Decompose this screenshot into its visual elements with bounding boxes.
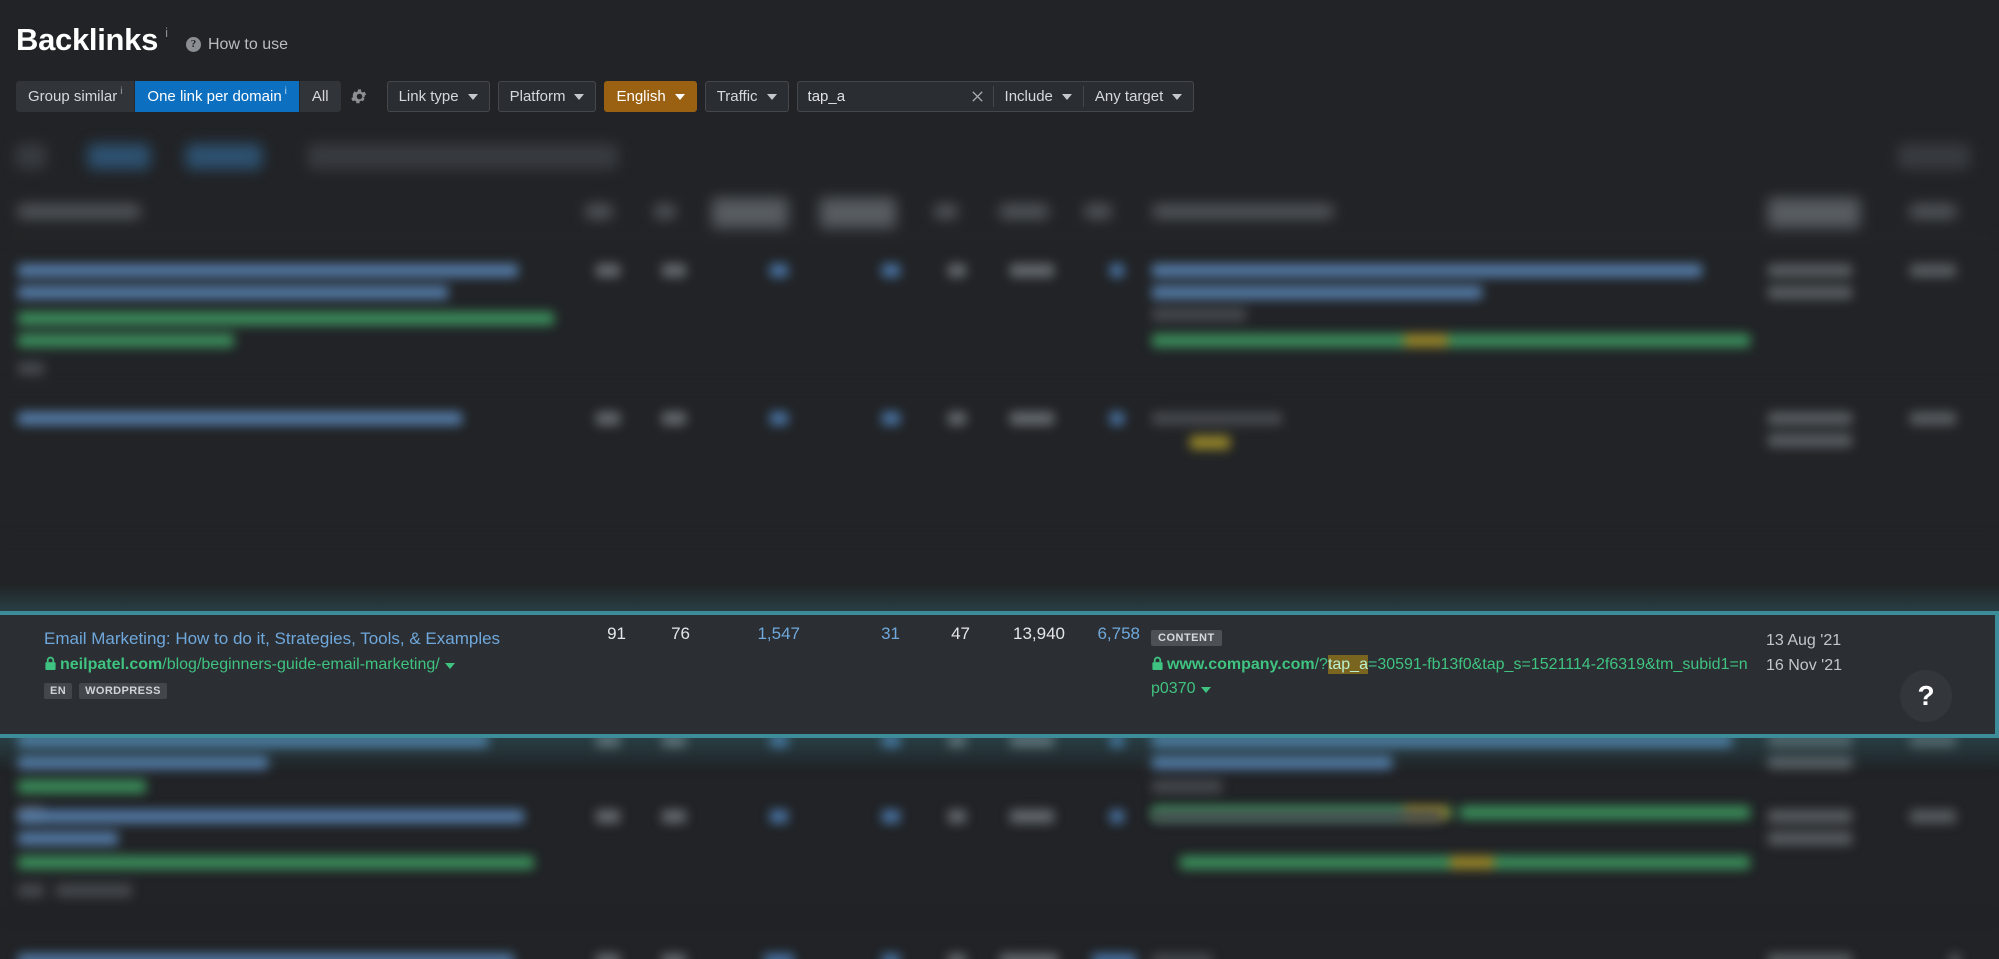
gear-icon [351, 89, 367, 104]
segment-all[interactable]: All [299, 81, 341, 112]
segment-all-label: All [311, 88, 329, 105]
close-x-icon [972, 91, 983, 102]
metric-external-links: 47 [951, 624, 970, 643]
highlighted-backlink-row[interactable]: Email Marketing: How to do it, Strategie… [0, 611, 1999, 738]
tag-platform: WORDPRESS [79, 683, 167, 699]
metric-url-rating: 76 [671, 624, 690, 643]
clear-search-button[interactable] [963, 82, 993, 111]
date-first-seen: 13 Aug '21 [1766, 632, 1842, 649]
segment-one-link-per-domain-sup: i [284, 86, 287, 97]
metric-domain-rating: 91 [607, 624, 626, 643]
filter-language-label: English [616, 88, 666, 105]
grouping-segmented-control: Group similar i One link per domain i Al… [16, 81, 341, 112]
question-circle-icon: ? [185, 37, 201, 52]
filter-traffic[interactable]: Traffic [704, 81, 789, 112]
search-mode-dropdown[interactable]: Include [994, 82, 1083, 111]
chevron-down-icon [574, 93, 585, 100]
obscured-chip [186, 144, 262, 169]
target-scope-dropdown[interactable]: Any target [1084, 82, 1193, 111]
obscured-header-cell [820, 198, 896, 228]
source-domain: neilpatel.com [60, 656, 163, 673]
page-title-info-sup[interactable]: i [165, 25, 168, 40]
metric-referring-domains[interactable]: 1,547 [720, 624, 800, 644]
obscured-chip [16, 144, 46, 169]
filter-language[interactable]: English [604, 81, 697, 112]
chevron-down-icon [467, 93, 478, 100]
segment-group-similar-label: Group similar [28, 88, 118, 105]
search-input[interactable] [797, 82, 963, 111]
target-path-prefix: /? [1314, 656, 1328, 673]
filter-link-type-label: Link type [398, 88, 459, 105]
lock-icon [1151, 655, 1164, 679]
obscured-header-cell [1153, 205, 1333, 218]
source-tags: EN WORDPRESS [44, 683, 604, 699]
table-header-obscured [0, 186, 1999, 238]
chevron-down-icon[interactable] [1200, 687, 1211, 693]
target-domain: www.company.com [1167, 656, 1315, 673]
column-settings-button[interactable] [343, 81, 377, 112]
how-to-use-link[interactable]: ? How to use [185, 35, 288, 54]
how-to-use-label: How to use [207, 35, 288, 53]
chevron-down-icon [674, 93, 685, 100]
page-header: Backlinks i ? How to use Group similar i… [0, 0, 1999, 128]
page-title: Backlinks [16, 22, 159, 57]
source-path: /blog/beginners-guide-email-marketing/ [162, 656, 440, 673]
obscured-chip [308, 144, 618, 169]
chevron-down-icon[interactable] [444, 663, 455, 669]
source-page-title[interactable]: Email Marketing: How to do it, Strategie… [44, 628, 604, 650]
date-cell: 13 Aug '21 16 Nov '21 [1766, 628, 1842, 678]
obscured-chip [1898, 144, 1970, 169]
source-page-cell: Email Marketing: How to do it, Strategie… [44, 628, 604, 699]
obscured-header-cell [655, 205, 675, 218]
backlinks-app: Backlinks i ? How to use Group similar i… [0, 0, 1999, 959]
obscured-header-cell [1085, 205, 1111, 218]
obscured-header-cell [1910, 205, 1956, 218]
obscured-header-cell [18, 205, 140, 218]
segment-one-link-per-domain-label: One link per domain [147, 88, 282, 105]
table-row-obscured [0, 918, 1999, 959]
segment-one-link-per-domain[interactable]: One link per domain i [135, 81, 300, 112]
chevron-down-icon [766, 93, 777, 100]
highlighted-query-param: tap_a [1327, 655, 1368, 674]
tag-language: EN [44, 683, 73, 699]
lock-icon [44, 655, 57, 678]
table-toolbar-obscured [0, 128, 1999, 186]
obscured-header-cell [1768, 198, 1860, 228]
help-floating-button[interactable]: ? [1900, 670, 1952, 722]
metric-linked-domains[interactable]: 31 [850, 624, 900, 644]
highlighted-row-surface: Email Marketing: How to do it, Strategie… [0, 615, 1995, 734]
backlinks-table: Email Marketing: How to do it, Strategie… [0, 128, 1999, 959]
chevron-down-icon [1172, 93, 1183, 100]
filter-bar: Group similar i One link per domain i Al… [16, 81, 1195, 112]
segment-group-similar-sup: i [120, 86, 123, 97]
url-search-group: Include Any target [796, 81, 1195, 112]
obscured-header-cell [712, 198, 788, 228]
filter-traffic-label: Traffic [716, 88, 758, 105]
target-url[interactable]: www.company.com/?tap_a=30591-fb13f0&tap_… [1151, 653, 1751, 701]
title-row: Backlinks i ? How to use [16, 22, 288, 58]
target-url-cell: CONTENT www.company.com/?tap_a=30591-fb1… [1151, 628, 1751, 701]
obscured-header-cell [586, 205, 612, 218]
filter-link-type[interactable]: Link type [386, 81, 490, 112]
filter-platform[interactable]: Platform [497, 81, 597, 112]
table-row-obscured [0, 788, 1999, 918]
obscured-header-cell [1000, 205, 1048, 218]
obscured-chip [88, 144, 150, 169]
status-badge: CONTENT [1151, 630, 1222, 646]
chevron-down-icon [1061, 93, 1072, 100]
table-row-obscured [0, 386, 1999, 538]
target-scope-label: Any target [1094, 88, 1164, 105]
search-mode-label: Include [1004, 88, 1053, 105]
source-page-url[interactable]: neilpatel.com/blog/beginners-guide-email… [44, 653, 604, 676]
metric-page-traffic: 13,940 [1013, 624, 1065, 643]
segment-group-similar[interactable]: Group similar i [16, 81, 136, 112]
obscured-header-cell [935, 205, 957, 218]
metric-keywords[interactable]: 6,758 [1070, 624, 1140, 644]
table-row-obscured [0, 238, 1999, 386]
filter-platform-label: Platform [509, 88, 566, 105]
date-last-seen: 16 Nov '21 [1766, 657, 1842, 674]
